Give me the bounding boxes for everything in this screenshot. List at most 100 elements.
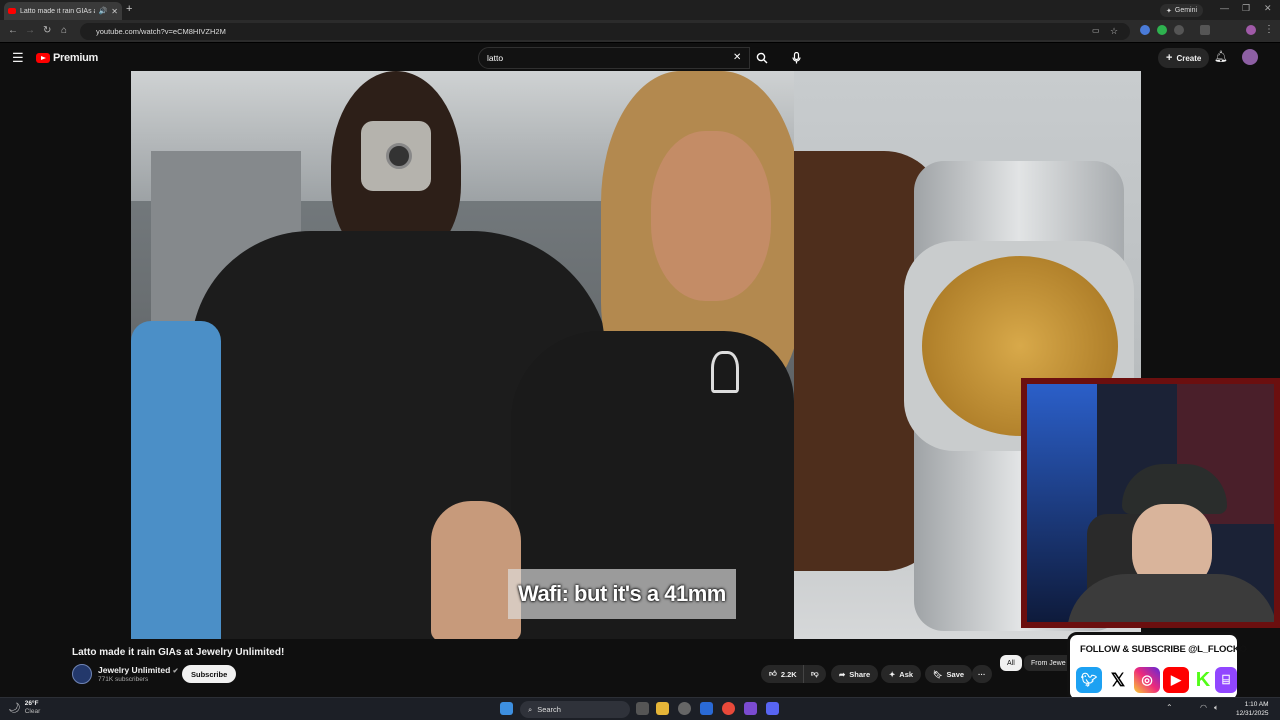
tray-chevron-icon[interactable]: ⌃ (1166, 703, 1173, 712)
pendant-shape (711, 351, 739, 393)
clock-date: 12/31/2025 (1236, 710, 1269, 717)
search-query: latto (487, 53, 504, 63)
subscribe-button[interactable]: Subscribe (182, 665, 237, 683)
instagram-icon: ◎ (1134, 667, 1160, 693)
reload-icon[interactable]: ↻ (43, 25, 51, 36)
follow-subscribe-overlay: FOLLOW & SUBSCRIBE @L_FLOCKO 🐦︎ 𝕏 ◎ ▶ K … (1067, 632, 1247, 702)
clock[interactable]: 1:10 AM 12/31/2025 (1236, 700, 1269, 718)
follow-text: FOLLOW & SUBSCRIBE @L_FLOCKO (1080, 644, 1247, 655)
volume-icon[interactable]: 🔈︎ (1214, 703, 1219, 713)
clear-search-icon[interactable]: ✕ (733, 52, 741, 63)
create-button[interactable]: + Create (1158, 48, 1210, 68)
new-tab-button[interactable]: + (126, 3, 132, 15)
hamburger-menu-icon[interactable]: ☰ (12, 50, 24, 66)
search-button[interactable] (750, 47, 774, 69)
discord-icon[interactable] (766, 702, 779, 715)
weather-condition: Clear (24, 708, 41, 715)
channel-name[interactable]: Jewelry Unlimited ✔ (98, 665, 179, 675)
dislike-button[interactable]: 👎︎ (803, 665, 826, 683)
save-label: Save (946, 669, 965, 679)
speaker-icon[interactable]: 🔊 (99, 7, 108, 15)
maximize-icon[interactable]: ❐ (1242, 3, 1250, 14)
account-avatar[interactable] (1242, 49, 1258, 65)
thumbs-down-icon: 👎︎ (811, 669, 819, 678)
like-button[interactable]: 👍︎ 2.2K (761, 665, 803, 683)
video-frame-left-scene (131, 71, 801, 639)
weather-temp: 26°F (24, 700, 39, 707)
extension-icon[interactable] (1140, 25, 1150, 35)
wifi-icon[interactable]: ◠ (1200, 703, 1207, 712)
sparkle-icon: ✦ (1166, 7, 1172, 15)
close-window-icon[interactable]: ✕ (1264, 3, 1272, 14)
like-count: 2.2K (780, 669, 797, 679)
omnibox[interactable]: youtube.com/watch?v=eCM8HIVZH2M ☆ ▭ (80, 23, 1130, 40)
notifications-bell-icon[interactable]: 🔔︎ (1214, 50, 1228, 63)
bookmark-star-icon[interactable]: ☆ (1110, 26, 1118, 37)
chrome-icon[interactable] (722, 702, 735, 715)
task-view-icon[interactable] (636, 702, 649, 715)
back-icon[interactable]: ← (8, 25, 18, 36)
plus-icon: + (1166, 52, 1173, 64)
blue-bag-shape (131, 321, 221, 639)
tab-title: Latto made it rain GIAs at J (20, 7, 95, 15)
clock-time: 1:10 AM (1244, 701, 1269, 708)
youtube-icon: ▶ (1163, 667, 1189, 693)
video-player[interactable]: Wafi: but it's a 41mm (131, 71, 1141, 639)
verified-check-icon: ✔ (172, 668, 179, 675)
weather-widget[interactable]: 🌙︎ 26°F Clear (8, 700, 40, 716)
moon-weather-icon: 🌙︎ (8, 702, 21, 714)
search-icon: ⌕ (528, 704, 533, 714)
forward-icon[interactable]: → (25, 25, 35, 36)
share-arrow-icon: ➦ (839, 669, 846, 679)
browser-tab[interactable]: Latto made it rain GIAs at J 🔊 ✕ (4, 2, 122, 20)
gemini-label: Gemini (1174, 7, 1198, 14)
voice-search-button[interactable] (786, 48, 806, 68)
chip-all[interactable]: All (1000, 655, 1022, 671)
windows-start-icon[interactable] (500, 702, 513, 715)
twitch-icon: ⌸ (1215, 667, 1237, 693)
address-toolbar: ← → ↻ ⌂ youtube.com/watch?v=eCM8HIVZH2M … (0, 20, 1280, 43)
x-logo-icon: 𝕏 (1105, 667, 1131, 693)
cast-icon[interactable]: ▭ (1092, 26, 1100, 35)
search-input[interactable]: latto ✕ (478, 47, 750, 69)
ask-button[interactable]: ✦ Ask (881, 665, 922, 683)
kick-logo-icon: K (1190, 667, 1216, 693)
video-caption: Wafi: but it's a 41mm (508, 569, 736, 619)
youtube-favicon-icon (8, 8, 16, 14)
taskbar-search-label: Search (537, 705, 561, 714)
app-icon[interactable] (744, 702, 757, 715)
gemini-button[interactable]: ✦ Gemini (1160, 4, 1204, 17)
app-icon[interactable] (700, 702, 713, 715)
youtube-header: ☰ Premium latto ✕ + Create 🔔︎ (0, 44, 1280, 72)
twitter-bird-icon: 🐦︎ (1076, 667, 1102, 693)
windows-taskbar: 🌙︎ 26°F Clear ⌕ Search ⌃ ◠ 🔈︎ 1:10 AM 12… (0, 697, 1280, 720)
subscriber-count: 771K subscribers (98, 676, 149, 683)
share-button[interactable]: ➦ Share (831, 665, 879, 683)
file-explorer-icon[interactable] (656, 702, 669, 715)
app-icon[interactable] (678, 702, 691, 715)
create-label: Create (1176, 53, 1202, 63)
thumbs-up-icon: 👍︎ (769, 669, 777, 678)
close-tab-icon[interactable]: ✕ (111, 7, 118, 16)
extension-icon[interactable] (1157, 25, 1167, 35)
youtube-play-icon (36, 53, 50, 63)
camera-lens-shape (386, 143, 412, 169)
webcam-overlay (1021, 378, 1280, 628)
chip-from-channel[interactable]: From Jewe (1024, 655, 1073, 671)
microphone-icon (791, 52, 801, 64)
channel-avatar[interactable] (72, 664, 92, 684)
save-button[interactable]: 🔖︎ Save (925, 665, 973, 683)
url-text: youtube.com/watch?v=eCM8HIVZH2M (96, 27, 226, 36)
sidepanel-icon[interactable] (1200, 25, 1210, 35)
premium-label: Premium (53, 52, 98, 64)
profile-avatar[interactable] (1246, 25, 1256, 35)
browser-tab-bar: Latto made it rain GIAs at J 🔊 ✕ + ✦ Gem… (0, 0, 1280, 20)
taskbar-search-box[interactable]: ⌕ Search (520, 701, 630, 718)
home-icon[interactable]: ⌂ (61, 25, 67, 36)
puzzle-icon[interactable] (1174, 25, 1184, 35)
youtube-logo[interactable]: Premium (36, 52, 98, 64)
minimize-icon[interactable]: — (1220, 3, 1229, 13)
ask-label: Ask (899, 669, 914, 679)
menu-kebab-icon[interactable]: ⋮ (1264, 24, 1274, 35)
more-actions-button[interactable]: ··· (972, 665, 992, 683)
